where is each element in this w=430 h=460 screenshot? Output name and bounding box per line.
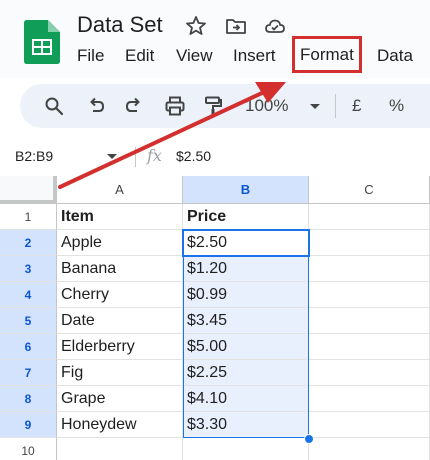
cell-b2[interactable]: $2.50 <box>183 230 309 256</box>
sheet-grid: A B C 1 Item Price 2 Apple $2.50 3 Banan… <box>0 176 430 460</box>
row-header-1[interactable]: 1 <box>0 204 57 230</box>
toolbar-divider <box>335 94 336 118</box>
cell-c1[interactable] <box>309 204 430 230</box>
cell-b8[interactable]: $4.10 <box>183 386 309 412</box>
cell-c3[interactable] <box>309 256 430 282</box>
name-box[interactable]: B2:B9 <box>15 148 53 164</box>
row-header-2[interactable]: 2 <box>0 230 57 256</box>
table-row: 5 Date $3.45 <box>0 308 430 334</box>
menu-data[interactable]: Data <box>377 43 413 69</box>
document-title[interactable]: Data Set <box>77 12 163 38</box>
undo-icon[interactable] <box>84 94 108 118</box>
cell-c9[interactable] <box>309 412 430 438</box>
fx-icon: fx <box>147 146 162 165</box>
redo-icon[interactable] <box>122 94 146 118</box>
cell-a3[interactable]: Banana <box>57 256 183 282</box>
column-header-row: A B C <box>0 176 430 204</box>
menu-edit[interactable]: Edit <box>125 43 154 69</box>
row-header-8[interactable]: 8 <box>0 386 57 412</box>
cell-c5[interactable] <box>309 308 430 334</box>
table-row: 4 Cherry $0.99 <box>0 282 430 308</box>
search-icon[interactable] <box>42 94 66 118</box>
cell-c4[interactable] <box>309 282 430 308</box>
move-to-folder-icon[interactable] <box>224 14 248 38</box>
formula-bar: B2:B9 fx $2.50 <box>0 140 430 174</box>
row-header-4[interactable]: 4 <box>0 282 57 308</box>
row-header-6[interactable]: 6 <box>0 334 57 360</box>
percent-format-button[interactable]: % <box>389 94 404 118</box>
row-header-7[interactable]: 7 <box>0 360 57 386</box>
cell-c2[interactable] <box>309 230 430 256</box>
table-row: 3 Banana $1.20 <box>0 256 430 282</box>
column-header-a[interactable]: A <box>57 176 183 204</box>
row-header-9[interactable]: 9 <box>0 412 57 438</box>
cell-b6[interactable]: $5.00 <box>183 334 309 360</box>
fill-handle[interactable] <box>304 434 314 444</box>
cell-a2[interactable]: Apple <box>57 230 183 256</box>
formula-input[interactable]: $2.50 <box>176 148 211 164</box>
cell-a6[interactable]: Elderberry <box>57 334 183 360</box>
formula-bar-divider <box>135 147 136 167</box>
zoom-select[interactable]: 100% <box>245 94 288 118</box>
table-row: 9 Honeydew $3.30 <box>0 412 430 438</box>
paint-format-icon[interactable] <box>201 94 225 118</box>
cell-b3[interactable]: $1.20 <box>183 256 309 282</box>
cell-a1[interactable]: Item <box>57 204 183 230</box>
toolbar: 100% £ % <box>20 84 430 128</box>
cell-b4[interactable]: $0.99 <box>183 282 309 308</box>
table-row: 7 Fig $2.25 <box>0 360 430 386</box>
cell-c10[interactable] <box>309 438 430 460</box>
chevron-down-icon[interactable] <box>303 94 327 118</box>
cell-a8[interactable]: Grape <box>57 386 183 412</box>
row-header-3[interactable]: 3 <box>0 256 57 282</box>
cell-c6[interactable] <box>309 334 430 360</box>
cell-b9[interactable]: $3.30 <box>183 412 309 438</box>
row-header-5[interactable]: 5 <box>0 308 57 334</box>
table-row: 8 Grape $4.10 <box>0 386 430 412</box>
cell-c8[interactable] <box>309 386 430 412</box>
row-header-10[interactable]: 10 <box>0 438 57 460</box>
cell-a5[interactable]: Date <box>57 308 183 334</box>
select-all-corner[interactable] <box>0 176 57 204</box>
star-icon[interactable] <box>184 14 208 38</box>
name-box-dropdown-icon[interactable] <box>106 152 118 162</box>
menu-format[interactable]: Format <box>292 36 362 73</box>
table-row: 1 Item Price <box>0 204 430 230</box>
currency-format-button[interactable]: £ <box>352 94 361 118</box>
column-header-b[interactable]: B <box>183 176 309 204</box>
cell-a9[interactable]: Honeydew <box>57 412 183 438</box>
menu-file[interactable]: File <box>77 43 104 69</box>
column-header-c[interactable]: C <box>309 176 430 204</box>
menu-insert[interactable]: Insert <box>233 43 276 69</box>
cell-c7[interactable] <box>309 360 430 386</box>
cell-b5[interactable]: $3.45 <box>183 308 309 334</box>
cell-b10[interactable] <box>183 438 309 460</box>
title-bar: Data Set File Edit View Insert Format Da… <box>0 0 430 78</box>
table-row: 6 Elderberry $5.00 <box>0 334 430 360</box>
print-icon[interactable] <box>163 94 187 118</box>
table-row: 2 Apple $2.50 <box>0 230 430 256</box>
cell-a7[interactable]: Fig <box>57 360 183 386</box>
table-row: 10 <box>0 438 430 460</box>
menu-view[interactable]: View <box>176 43 213 69</box>
cell-b7[interactable]: $2.25 <box>183 360 309 386</box>
cell-a10[interactable] <box>57 438 183 460</box>
cell-a4[interactable]: Cherry <box>57 282 183 308</box>
sheets-logo-icon[interactable] <box>24 20 60 64</box>
cell-b1[interactable]: Price <box>183 204 309 230</box>
cloud-status-icon[interactable] <box>263 14 287 38</box>
